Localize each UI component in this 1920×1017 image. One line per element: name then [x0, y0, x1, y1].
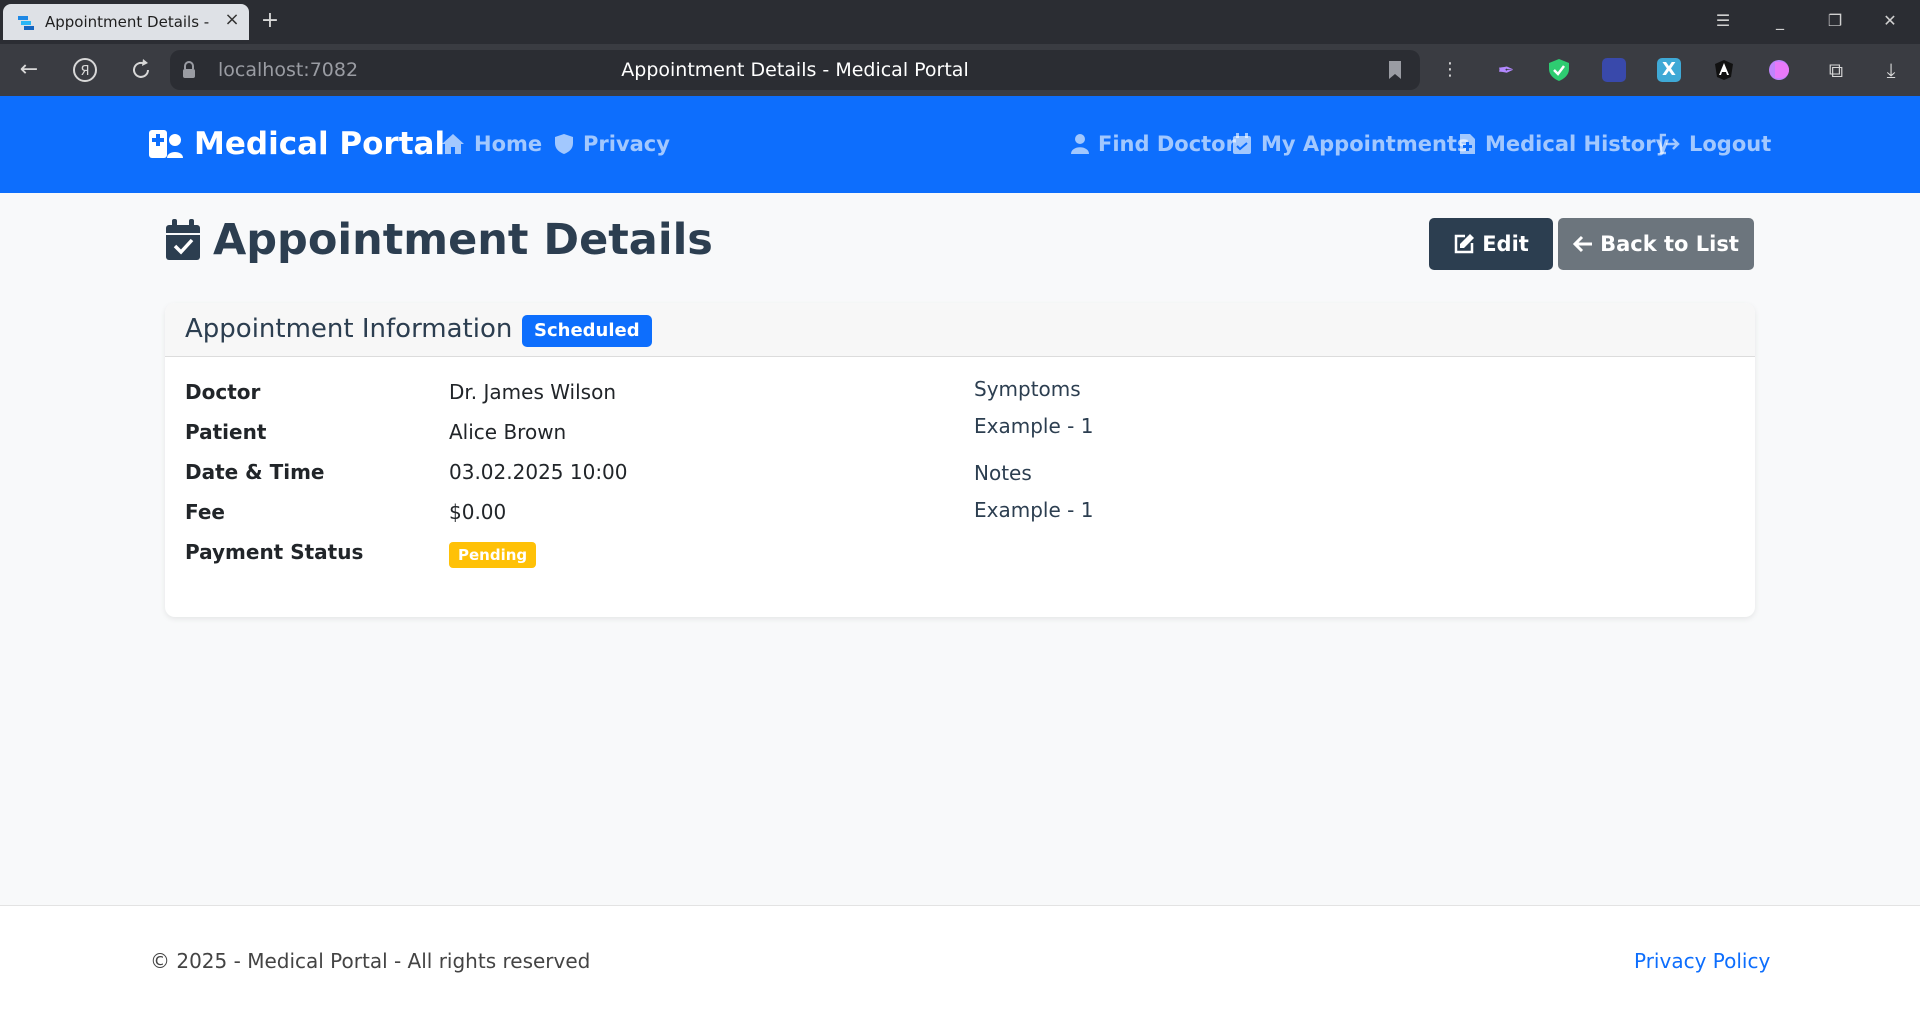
- nav-find-doctor-label: Find Doctor: [1098, 132, 1236, 156]
- shield-extension-icon[interactable]: [1547, 58, 1571, 82]
- restore-icon[interactable]: ❐: [1824, 10, 1846, 32]
- x-extension-icon[interactable]: X: [1657, 58, 1681, 82]
- url-bar[interactable]: localhost:7082 Appointment Details - Med…: [170, 50, 1420, 90]
- minimize-icon[interactable]: _: [1769, 10, 1791, 32]
- edit-button[interactable]: Edit: [1429, 218, 1553, 270]
- arrow-left-icon: [1573, 235, 1593, 253]
- bookmark-icon[interactable]: [1388, 60, 1402, 80]
- page-heading-text: Appointment Details: [213, 215, 713, 265]
- nav-medical-history[interactable]: Medical History: [1459, 129, 1669, 159]
- nav-my-appointments-label: My Appointments: [1261, 132, 1470, 156]
- brand-link[interactable]: Medical Portal: [148, 124, 445, 164]
- notes-label: Notes: [974, 461, 1032, 485]
- nav-home-label: Home: [474, 132, 543, 156]
- patient-label: Patient: [185, 420, 267, 444]
- card-title: Appointment Information: [185, 314, 513, 344]
- site-navbar: Medical Portal Home Privacy Find Doctor …: [0, 96, 1920, 193]
- doctor-value: Dr. James Wilson: [449, 380, 617, 404]
- yandex-icon[interactable]: Я: [71, 56, 99, 84]
- file-medical-icon: [1460, 134, 1475, 154]
- browser-tab[interactable]: Appointment Details - M ×: [3, 4, 249, 40]
- nav-find-doctor[interactable]: Find Doctor: [1071, 129, 1236, 159]
- notes-value: Example - 1: [974, 498, 1094, 522]
- datetime-value: 03.02.2025 10:00: [449, 460, 628, 484]
- nav-logout-label: Logout: [1689, 132, 1772, 156]
- tab-close-icon[interactable]: ×: [222, 10, 242, 30]
- hospital-user-icon: [149, 130, 183, 158]
- new-tab-icon[interactable]: +: [256, 8, 284, 36]
- home-icon: [442, 134, 464, 154]
- extensions-puzzle-icon[interactable]: ⧉: [1822, 56, 1850, 84]
- fee-value: $0.00: [449, 500, 507, 524]
- nav-medical-history-label: Medical History: [1485, 132, 1670, 156]
- card-header: Appointment Information Scheduled: [165, 303, 1755, 357]
- browser-tab-bar: Appointment Details - M × + ☰ _ ❐ ✕: [0, 0, 1920, 44]
- datetime-label: Date & Time: [185, 460, 325, 484]
- feather-extension-icon[interactable]: ✒: [1494, 58, 1518, 82]
- brand-name: Medical Portal: [194, 126, 446, 162]
- footer-privacy-link[interactable]: Privacy Policy: [1634, 949, 1770, 973]
- shield-icon: [555, 134, 573, 154]
- downloads-icon[interactable]: ⤓: [1877, 56, 1905, 84]
- symptoms-label: Symptoms: [974, 377, 1081, 401]
- site-favicon-icon: [18, 16, 34, 30]
- back-to-list-label: Back to List: [1600, 232, 1739, 256]
- nav-home[interactable]: Home: [441, 129, 542, 159]
- svg-text:Я: Я: [80, 64, 89, 79]
- back-to-list-button[interactable]: Back to List: [1558, 218, 1754, 270]
- tab-title: Appointment Details - M: [45, 13, 215, 31]
- symptoms-value: Example - 1: [974, 414, 1094, 438]
- patient-value: Alice Brown: [449, 420, 567, 444]
- browser-menu-icon[interactable]: ☰: [1712, 10, 1734, 32]
- window-close-icon[interactable]: ✕: [1879, 10, 1901, 32]
- page-heading: Appointment Details: [165, 212, 713, 268]
- page-footer: © 2025 - Medical Portal - All rights res…: [0, 905, 1920, 1017]
- chart-extension-icon[interactable]: [1602, 58, 1626, 82]
- lock-icon: [183, 61, 195, 78]
- angular-extension-icon[interactable]: [1712, 58, 1736, 82]
- logout-icon: [1659, 133, 1680, 155]
- capsule-extension-icon[interactable]: [1767, 58, 1791, 82]
- status-badge: Scheduled: [522, 315, 652, 347]
- user-doctor-icon: [1071, 134, 1089, 154]
- footer-copyright: © 2025 - Medical Portal - All rights res…: [150, 949, 591, 973]
- nav-privacy-label: Privacy: [583, 132, 670, 156]
- payment-status-label: Payment Status: [185, 540, 364, 564]
- back-arrow-icon[interactable]: ←: [15, 56, 43, 84]
- more-options-icon[interactable]: ⋮: [1436, 56, 1464, 84]
- url-text: localhost:7082: [218, 59, 359, 81]
- appointment-card: Appointment Information Scheduled Doctor…: [165, 303, 1755, 617]
- doctor-label: Doctor: [185, 380, 261, 404]
- edit-button-label: Edit: [1482, 232, 1529, 256]
- browser-address-bar: ← Я localhost:7082 Appointment Details -…: [0, 44, 1920, 96]
- nav-my-appointments[interactable]: My Appointments: [1232, 129, 1469, 159]
- calendar-check-icon: [166, 219, 200, 260]
- fee-label: Fee: [185, 500, 225, 524]
- reload-icon[interactable]: [127, 56, 155, 84]
- payment-status-badge: Pending: [449, 542, 537, 568]
- nav-privacy[interactable]: Privacy: [554, 129, 670, 159]
- edit-icon: [1454, 234, 1475, 254]
- calendar-check-icon: [1233, 133, 1251, 154]
- nav-logout[interactable]: Logout: [1658, 129, 1771, 159]
